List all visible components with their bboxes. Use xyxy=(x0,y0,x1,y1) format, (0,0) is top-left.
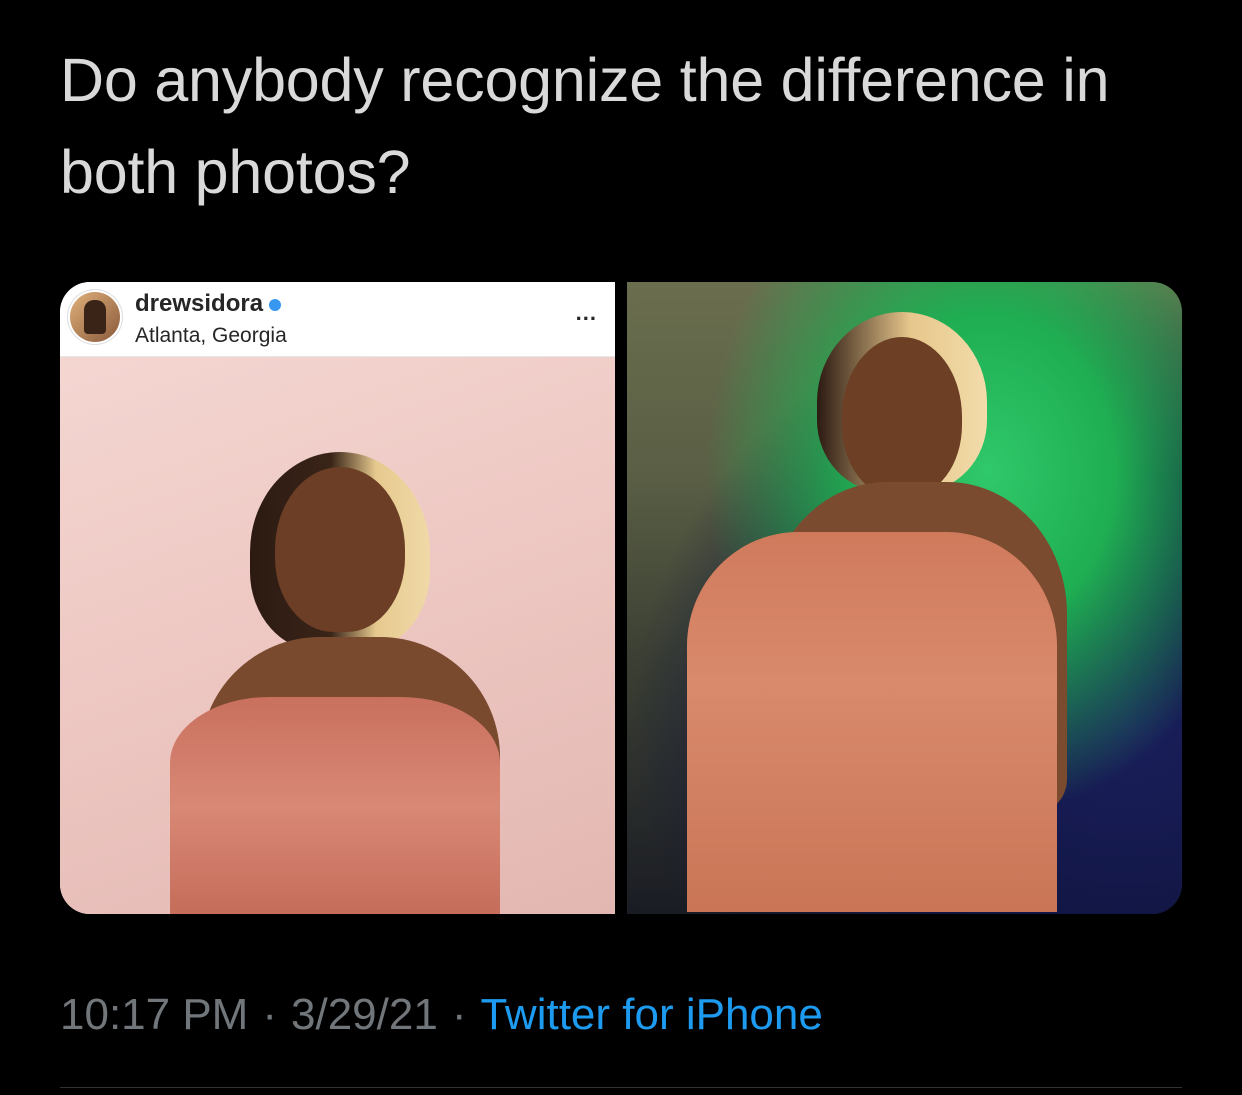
instagram-location: Atlanta, Georgia xyxy=(135,324,287,347)
right-photo-image xyxy=(627,282,1182,914)
verified-icon xyxy=(269,298,282,311)
divider xyxy=(60,1087,1182,1088)
tweet-source-link[interactable]: Twitter for iPhone xyxy=(480,990,822,1039)
tweet: Do anybody recognize the difference in b… xyxy=(0,0,1242,1095)
instagram-username: drewsidora xyxy=(135,290,282,318)
dress-shape xyxy=(687,532,1057,912)
avatar xyxy=(70,292,120,342)
separator: · xyxy=(451,990,467,1039)
dress-shape xyxy=(170,697,500,914)
tweet-text: Do anybody recognize the difference in b… xyxy=(60,46,1110,206)
tweet-time[interactable]: 10:17 PM xyxy=(60,990,248,1039)
instagram-username-text: drewsidora xyxy=(135,290,264,317)
tweet-date[interactable]: 3/29/21 xyxy=(291,990,438,1039)
separator: · xyxy=(262,990,277,1039)
media-right-photo[interactable] xyxy=(627,282,1182,914)
face-shape xyxy=(842,337,962,497)
media-grid: drewsidora Atlanta, Georgia ... xyxy=(60,282,1182,914)
media-left-photo[interactable]: drewsidora Atlanta, Georgia ... xyxy=(60,282,615,914)
more-icon: ... xyxy=(575,300,597,325)
left-photo-image xyxy=(60,357,615,914)
face-shape xyxy=(275,467,405,632)
tweet-meta: 10:17 PM · 3/29/21 · Twitter for iPhone xyxy=(60,990,823,1040)
instagram-header: drewsidora Atlanta, Georgia ... xyxy=(60,282,615,357)
